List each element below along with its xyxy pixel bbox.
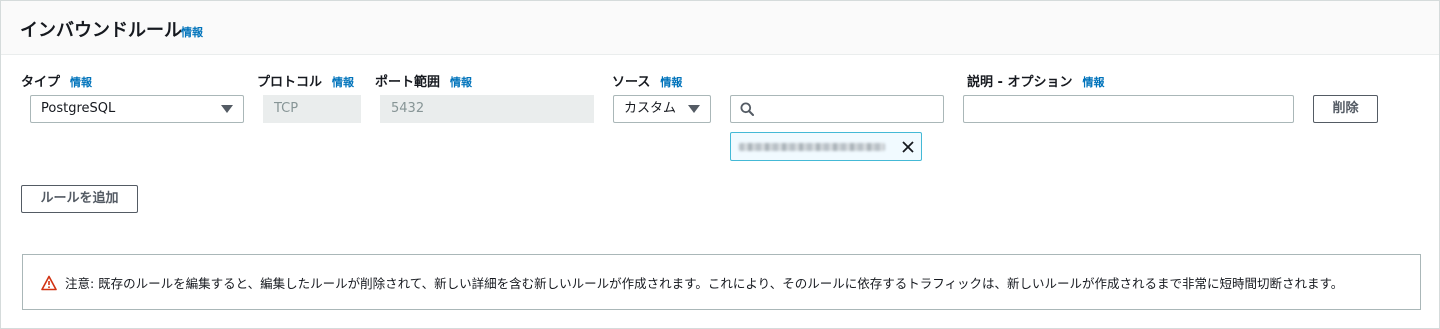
source-search-input[interactable] bbox=[730, 95, 944, 123]
redacted-token-value bbox=[739, 143, 885, 151]
port-label: ポート範囲 情報 bbox=[375, 71, 472, 90]
type-info-link[interactable]: 情報 bbox=[70, 76, 92, 89]
description-info-link[interactable]: 情報 bbox=[1082, 76, 1104, 89]
source-token bbox=[730, 132, 922, 161]
caret-down-icon bbox=[221, 105, 233, 113]
port-label-text: ポート範囲 bbox=[375, 75, 441, 90]
type-select-value: PostgreSQL bbox=[41, 101, 116, 116]
description-input[interactable] bbox=[963, 95, 1294, 123]
source-label-text: ソース bbox=[612, 75, 651, 90]
caret-down-icon bbox=[688, 105, 700, 113]
protocol-label: プロトコル 情報 bbox=[257, 71, 354, 90]
type-select[interactable]: PostgreSQL bbox=[30, 95, 244, 123]
port-info-link[interactable]: 情報 bbox=[450, 76, 472, 89]
source-select-value: カスタム bbox=[624, 101, 677, 116]
type-label: タイプ 情報 bbox=[21, 71, 92, 90]
alert-text: 注意: 既存のルールを編集すると、編集したルールが削除されて、新しい詳細を含む新… bbox=[65, 276, 1344, 291]
close-icon[interactable] bbox=[899, 138, 917, 156]
port-range-field: 5432 bbox=[380, 95, 594, 123]
source-info-link[interactable]: 情報 bbox=[660, 76, 682, 89]
description-label: 説明 - オプション 情報 bbox=[967, 71, 1104, 90]
search-icon bbox=[740, 102, 754, 116]
description-label-text: 説明 - オプション bbox=[967, 75, 1073, 90]
type-label-text: タイプ bbox=[21, 75, 61, 90]
source-select[interactable]: カスタム bbox=[613, 95, 711, 123]
panel-header: インバウンドルール 情報 bbox=[1, 1, 1439, 55]
header-info-link[interactable]: 情報 bbox=[181, 24, 203, 40]
inbound-rules-panel: インバウンドルール 情報 タイプ 情報 プロトコル 情報 ポート範囲 情報 ソース 情報… bbox=[0, 0, 1440, 329]
panel-title: インバウンドルール bbox=[20, 20, 182, 41]
warning-icon bbox=[41, 275, 57, 291]
protocol-field: TCP bbox=[263, 95, 361, 123]
protocol-label-text: プロトコル bbox=[257, 75, 323, 90]
edit-warning-alert: 注意: 既存のルールを編集すると、編集したルールが削除されて、新しい詳細を含む新… bbox=[22, 254, 1421, 310]
add-rule-button[interactable]: ルールを追加 bbox=[21, 185, 138, 213]
protocol-info-link[interactable]: 情報 bbox=[332, 76, 354, 89]
delete-button[interactable]: 削除 bbox=[1313, 95, 1378, 123]
source-label: ソース 情報 bbox=[612, 71, 682, 90]
